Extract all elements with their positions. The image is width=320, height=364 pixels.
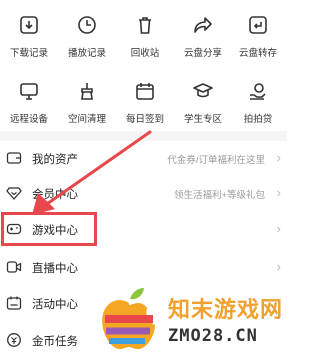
daily-checkin-button[interactable]: 每日签到 xyxy=(116,76,174,136)
transfer-icon xyxy=(247,14,269,36)
clock-icon xyxy=(76,14,98,36)
diamond-icon xyxy=(6,185,22,201)
menu-item-hint: 领生活福利+等级礼包 xyxy=(173,190,265,201)
chevron-right-icon: › xyxy=(276,259,281,274)
watermark-domain: ZMO28.CN xyxy=(168,326,258,346)
space-cleanup-label: 空间清理 xyxy=(67,114,106,125)
highlight-box xyxy=(1,212,97,246)
play-record-button[interactable]: 播放记录 xyxy=(58,10,116,70)
chevron-right-icon: › xyxy=(276,150,281,165)
cloud-share-label: 云盘分享 xyxy=(183,48,222,59)
space-cleanup-button[interactable]: 空间清理 xyxy=(58,76,116,136)
section-divider xyxy=(0,131,287,141)
menu-item-label: 会员中心 xyxy=(32,189,78,201)
paipaidai-label: 拍拍贷 xyxy=(243,114,273,125)
chevron-right-icon: › xyxy=(276,185,281,200)
coin-icon xyxy=(6,332,22,348)
chevron-right-icon: › xyxy=(276,221,281,236)
cloud-share-button[interactable]: 云盘分享 xyxy=(174,10,232,70)
watermark-title: 知末游戏网 xyxy=(168,298,284,323)
recycle-bin-label: 回收站 xyxy=(130,48,160,59)
cleanup-icon xyxy=(76,80,98,102)
menu-item-label: 金币任务 xyxy=(32,336,78,348)
play-record-label: 播放记录 xyxy=(67,48,106,59)
share-icon xyxy=(192,14,214,36)
menu-item-label: 直播中心 xyxy=(32,263,78,275)
hand-coin-icon xyxy=(247,80,269,102)
graduation-cap-icon xyxy=(192,80,214,102)
student-zone-button[interactable]: 学生专区 xyxy=(174,76,232,136)
menu-item-member-center[interactable]: 会员中心 领生活福利+等级礼包 › xyxy=(0,176,287,210)
remote-device-icon xyxy=(18,80,40,102)
paipaidai-button[interactable]: 拍拍贷 xyxy=(229,76,287,136)
trash-icon xyxy=(134,14,156,36)
download-record-icon xyxy=(18,14,40,36)
cloud-transfer-label: 云盘转存 xyxy=(238,48,277,59)
remote-device-label: 远程设备 xyxy=(9,114,48,125)
apple-logo-icon xyxy=(100,285,158,351)
menu-item-hint: 代金券/订单福利在这里 xyxy=(167,155,265,166)
cloud-transfer-button[interactable]: 云盘转存 xyxy=(229,10,287,70)
menu-item-live-center[interactable]: 直播中心 › xyxy=(0,250,287,284)
quick-actions-row-2: 远程设备 空间清理 每日签到 学生专区 拍拍贷 xyxy=(0,76,287,136)
wallet-icon xyxy=(6,150,22,166)
student-zone-label: 学生专区 xyxy=(183,114,222,125)
download-record-label: 下载记录 xyxy=(9,48,48,59)
menu-item-label: 我的资产 xyxy=(32,154,78,166)
activity-icon xyxy=(6,295,22,311)
menu-item-label: 活动中心 xyxy=(32,299,78,311)
recycle-bin-button[interactable]: 回收站 xyxy=(116,10,174,70)
daily-checkin-label: 每日签到 xyxy=(125,114,164,125)
video-camera-icon xyxy=(6,259,22,275)
menu-item-my-assets[interactable]: 我的资产 代金券/订单福利在这里 › xyxy=(0,141,287,175)
quick-actions-row-1: 下载记录 播放记录 回收站 云盘分享 云盘转存 xyxy=(0,10,287,70)
remote-device-button[interactable]: 远程设备 xyxy=(0,76,58,136)
download-record-button[interactable]: 下载记录 xyxy=(0,10,58,70)
calendar-icon xyxy=(134,80,156,102)
